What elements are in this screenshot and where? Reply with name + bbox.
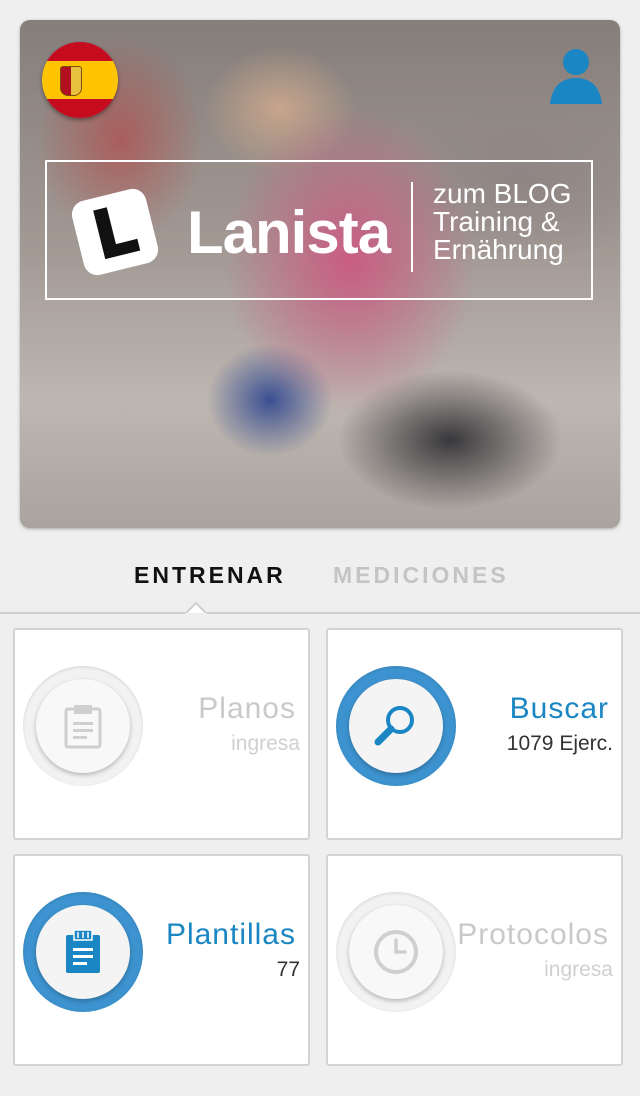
tab-mediciones[interactable]: MEDICIONES	[333, 562, 509, 589]
blog-line-3: Ernährung	[433, 234, 564, 265]
card-protocolos[interactable]: Protocolos ingresa	[326, 854, 623, 1066]
buscar-icon-circle	[336, 666, 456, 786]
blog-line-1: zum BLOG	[433, 178, 572, 209]
card-buscar[interactable]: Buscar 1079 Ejerc.	[326, 628, 623, 840]
user-icon[interactable]	[544, 42, 608, 106]
card-subtitle: 77	[276, 958, 300, 981]
card-title: Plantillas	[165, 918, 296, 951]
lanista-wordmark: Lanista	[187, 199, 391, 266]
card-title: Planos	[198, 692, 296, 725]
planos-icon-circle	[23, 666, 143, 786]
card-planos[interactable]: Planos ingresa	[13, 628, 310, 840]
card-title: Protocolos	[457, 918, 609, 951]
logo-divider	[411, 182, 413, 272]
protocolos-icon-circle	[336, 892, 456, 1012]
card-subtitle: 1079 Ejerc.	[506, 732, 613, 755]
card-title: Buscar	[509, 692, 609, 725]
tab-bar: ENTRENAR MEDICIONES	[0, 540, 640, 622]
clock-icon	[374, 930, 418, 974]
hero-banner: Lanista zum BLOG Training & Ernährung	[20, 20, 620, 528]
lanista-logo-icon	[71, 188, 159, 276]
blog-link-banner[interactable]: Lanista zum BLOG Training & Ernährung	[45, 160, 593, 300]
blog-label: zum BLOG Training & Ernährung	[433, 180, 571, 264]
document-icon	[64, 705, 102, 749]
card-subtitle: ingresa	[544, 958, 613, 981]
search-icon	[374, 706, 414, 746]
active-tab-caret	[185, 601, 207, 622]
plantillas-icon-circle	[23, 892, 143, 1012]
document-icon	[66, 929, 100, 973]
blog-line-2: Training &	[433, 206, 560, 237]
coat-of-arms	[60, 66, 82, 96]
tab-divider	[0, 612, 640, 614]
card-subtitle: ingresa	[231, 732, 300, 755]
tab-entrenar[interactable]: ENTRENAR	[134, 562, 286, 589]
card-plantillas[interactable]: Plantillas 77	[13, 854, 310, 1066]
spain-flag-icon[interactable]	[42, 42, 118, 118]
